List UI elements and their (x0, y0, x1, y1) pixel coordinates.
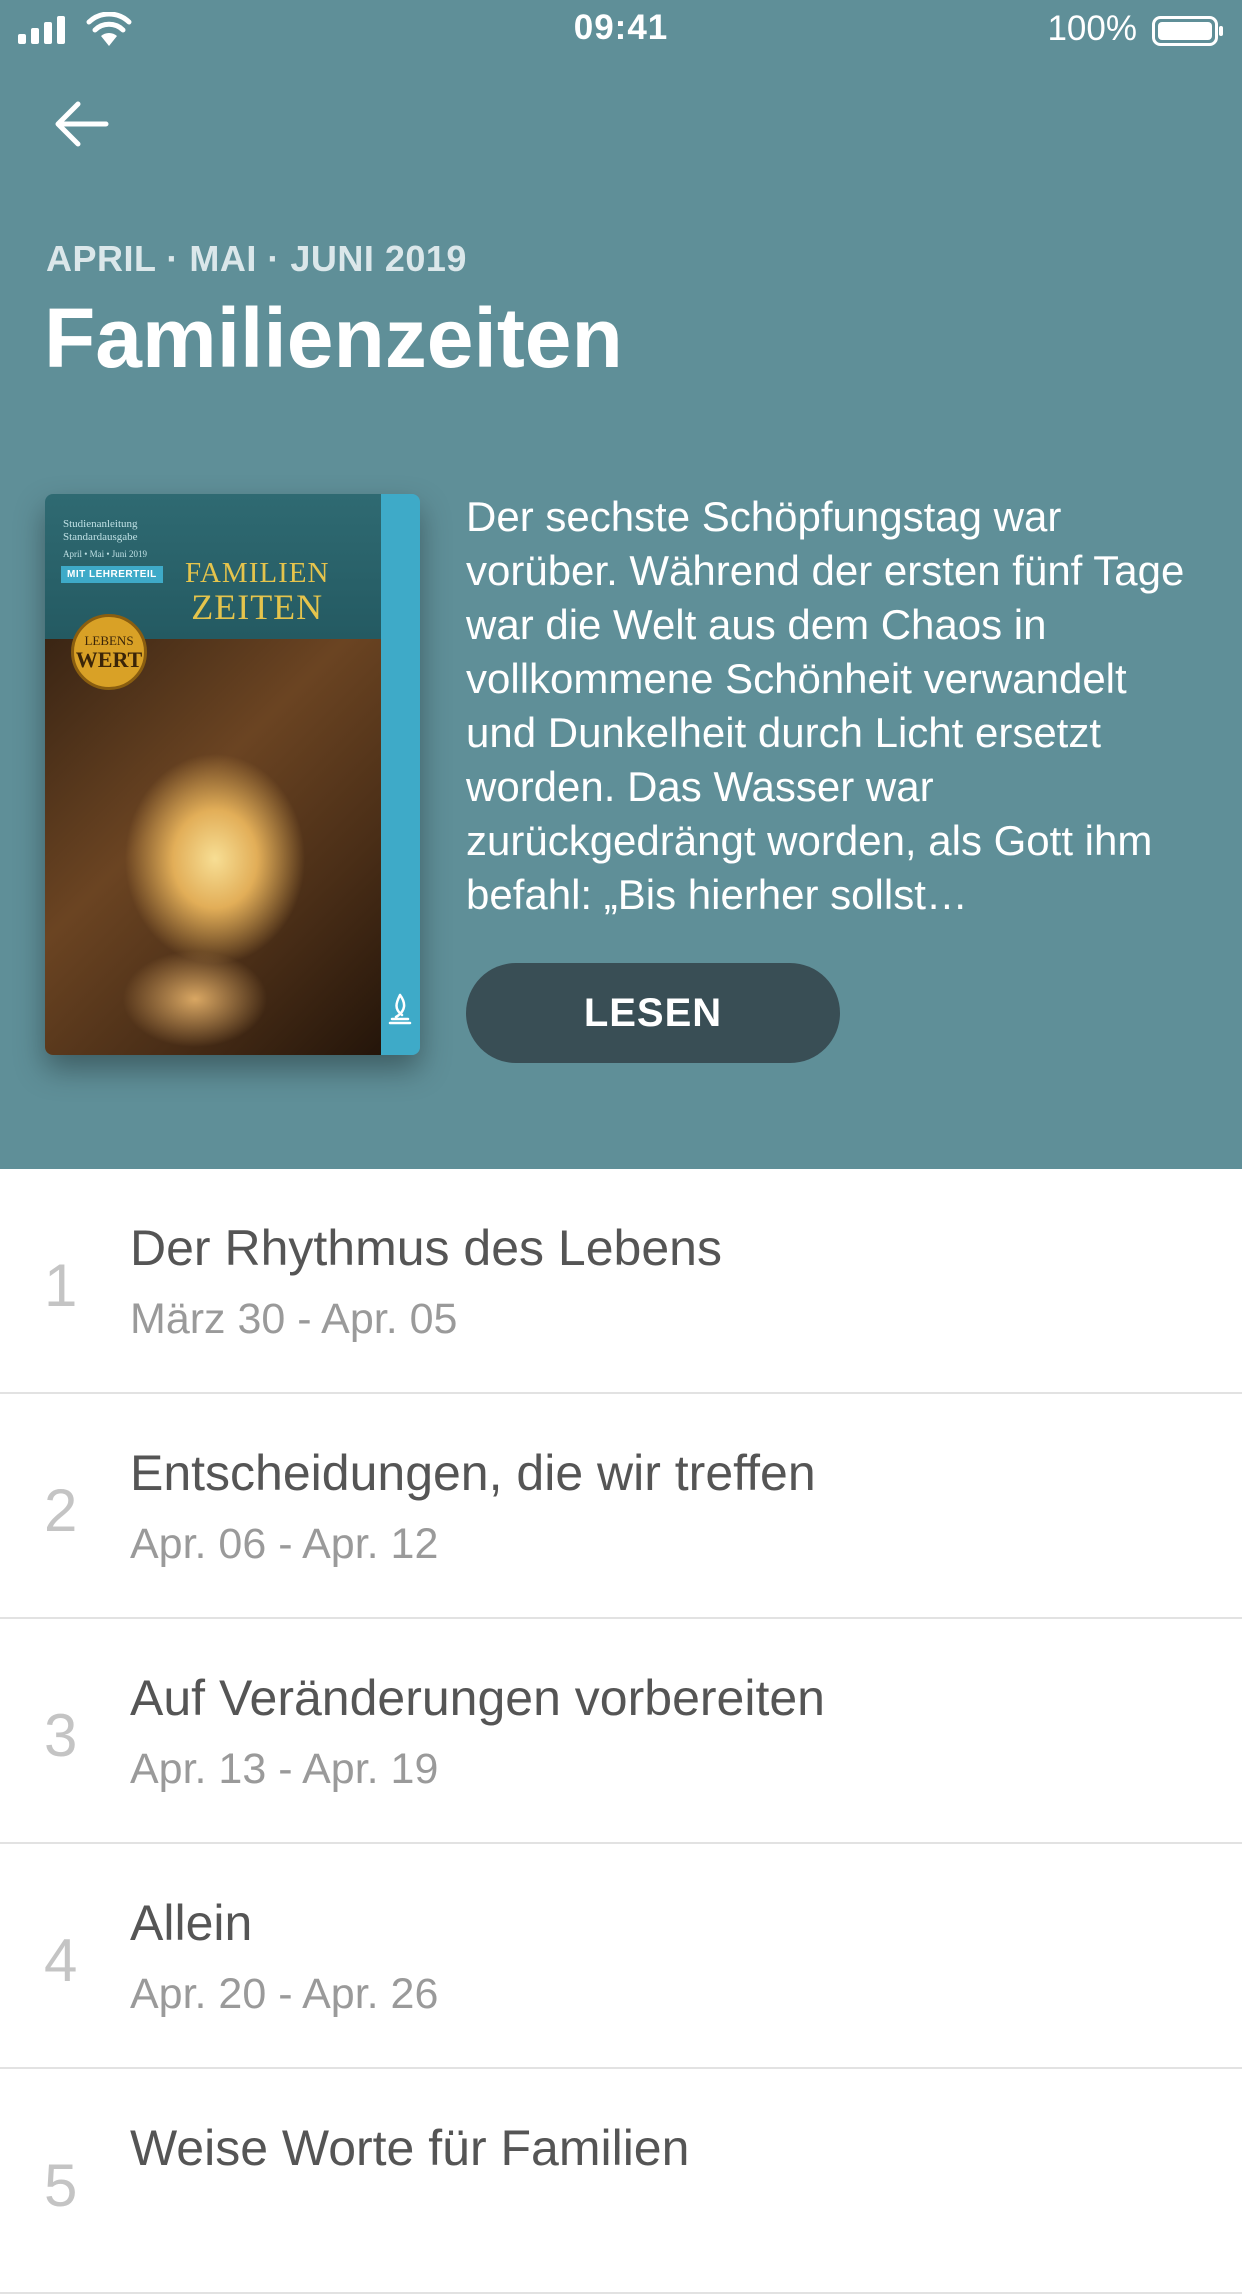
cover-date: April • Mai • Juni 2019 (63, 549, 148, 559)
quarter-label: APRIL · MAI · JUNI 2019 (46, 238, 467, 279)
cover-subtitle-2: Standardausgabe (63, 531, 138, 543)
cover-title: FAMILIEN ZEITEN (185, 556, 330, 627)
lesson-dates: Apr. 06 - Apr. 12 (130, 1520, 439, 1568)
lesson-row-2[interactable]: 2 Entscheidungen, die wir treffen Apr. 0… (0, 1394, 1242, 1619)
cover-photo (45, 639, 381, 1055)
lesson-dates: Apr. 20 - Apr. 26 (130, 1970, 439, 2018)
cover-badge: MIT LEHRERTEIL (61, 566, 163, 583)
cover-side-strip (381, 494, 420, 1055)
lesson-title: Entscheidungen, die wir treffen (130, 1445, 816, 1501)
lesson-dates: März 30 - Apr. 05 (130, 1295, 458, 1343)
cover-title-line-1: FAMILIEN (185, 557, 330, 589)
cover-seal-line-2: WERT (75, 647, 143, 672)
quarterly-summary: Der sechste Schöpfungstag war vorüber. W… (466, 493, 1185, 918)
battery-icon (1152, 16, 1223, 46)
lesson-title: Der Rhythmus des Lebens (130, 1220, 722, 1276)
status-bar: 09:41 100% (0, 0, 1242, 62)
lesson-title: Weise Worte für Familien (130, 2120, 690, 2176)
cover-subtitle-1: Studienanleitung (63, 518, 138, 530)
read-button[interactable]: LESEN (466, 963, 840, 1063)
lesson-number: 1 (44, 1252, 78, 1319)
church-logo-icon (388, 993, 412, 1025)
battery-percentage: 100% (1047, 9, 1137, 48)
lesson-number: 2 (44, 1477, 78, 1544)
lesson-dates: Apr. 13 - Apr. 19 (130, 1745, 439, 1793)
lesson-number: 3 (44, 1702, 78, 1769)
cover-seal: LEBENS WERT (71, 614, 147, 690)
lesson-title: Allein (130, 1895, 253, 1951)
lesson-row-4[interactable]: 4 Allein Apr. 20 - Apr. 26 (0, 1844, 1242, 2069)
lesson-row-3[interactable]: 3 Auf Veränderungen vorbereiten Apr. 13 … (0, 1619, 1242, 1844)
lesson-row-1[interactable]: 1 Der Rhythmus des Lebens März 30 - Apr.… (0, 1169, 1242, 1394)
book-cover-image: Studienanleitung Standardausgabe April •… (45, 494, 420, 1055)
lesson-row-5[interactable]: 5 Weise Worte für Familien (0, 2069, 1242, 2294)
lesson-title: Auf Veränderungen vorbereiten (130, 1670, 825, 1726)
back-arrow-icon[interactable] (52, 96, 112, 152)
lesson-number: 4 (44, 1927, 78, 1994)
lesson-number: 5 (44, 2152, 78, 2219)
quarterly-header: 09:41 100% APRIL · MAI · JUNI 2019 Famil… (0, 0, 1242, 1169)
cover-title-line-2: ZEITEN (191, 587, 324, 627)
lesson-list: 1 Der Rhythmus des Lebens März 30 - Apr.… (0, 1169, 1242, 2294)
page-title: Familienzeiten (44, 291, 623, 385)
